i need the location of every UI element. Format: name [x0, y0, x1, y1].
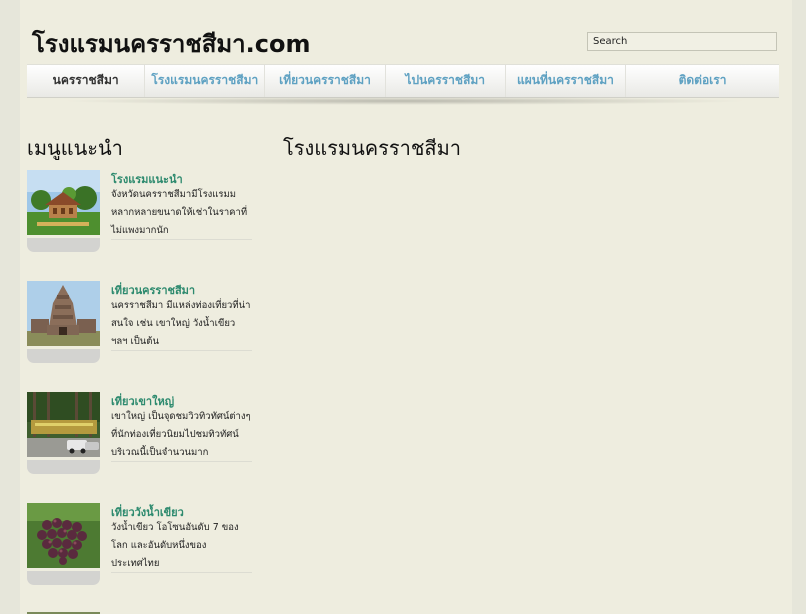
- hotel-thumbnail[interactable]: [27, 170, 100, 235]
- sidebar-title: เมนูแนะนำ: [27, 136, 123, 160]
- khao-yai-thumbnail[interactable]: [27, 392, 100, 457]
- thumbnail-base: [27, 238, 100, 252]
- sidebar-card: เที่ยววังน้ำเขียว วังน้ำเขียว โอโซนอันดั…: [27, 503, 253, 593]
- main-title: โรงแรมนครราชสีมา: [283, 136, 462, 160]
- thumbnail-base: [27, 349, 100, 363]
- card-text: จังหวัดนครราชสีมามีโรงแรมมหลากหลายขนาดให…: [111, 189, 248, 236]
- divider: [111, 572, 252, 573]
- sidebar-card: เที่ยวเขาใหญ่ เขาใหญ่ เป็นจุดชมวิวทิวทัศ…: [27, 392, 253, 482]
- divider: [111, 350, 252, 351]
- grapes-thumbnail[interactable]: [27, 503, 100, 568]
- nav-shadow: [60, 97, 750, 105]
- sidebar-card: เที่ยวนครราชสีมา นครราชสีมา มีแหล่งท่องเ…: [27, 281, 253, 371]
- card-text: เขาใหญ่ เป็นจุดชมวิวทิวทัศน์ต่างๆ ที่นัก…: [111, 411, 251, 458]
- search-input[interactable]: [587, 32, 777, 51]
- nav-item-hotels[interactable]: โรงแรมนครราชสีมา: [145, 65, 266, 97]
- temple-thumbnail[interactable]: [27, 281, 100, 346]
- site-logo[interactable]: โรงแรมนครราชสีมา.com: [32, 24, 310, 63]
- divider: [111, 461, 252, 462]
- nav-item-travel[interactable]: เที่ยวนครราชสีมา: [265, 65, 386, 97]
- divider: [111, 239, 252, 240]
- nav-item-getting-there[interactable]: ไปนครราชสีมา: [386, 65, 506, 97]
- nav-item-nakhon-ratchasima[interactable]: นครราชสีมา: [27, 65, 146, 97]
- card-text: นครราชสีมา มีแหล่งท่องเที่ยวที่น่าสนใจ เ…: [111, 300, 251, 347]
- thumbnail-base: [27, 460, 100, 474]
- thumbnail-base: [27, 571, 100, 585]
- nav-item-contact[interactable]: ติดต่อเรา: [626, 65, 779, 97]
- nav-item-map[interactable]: แผนที่นครราชสีมา: [506, 65, 627, 97]
- card-text: วังน้ำเขียว โอโซนอันดับ 7 ของโลก และอันด…: [111, 522, 239, 569]
- page: โรงแรมนครราชสีมา.com นครราชสีมา โรงแรมนค…: [20, 0, 792, 614]
- sidebar-card: โรงแรมแนะนำ จังหวัดนครราชสีมามีโรงแรมมหล…: [27, 170, 253, 260]
- main-nav: นครราชสีมา โรงแรมนครราชสีมา เที่ยวนครราช…: [27, 64, 779, 98]
